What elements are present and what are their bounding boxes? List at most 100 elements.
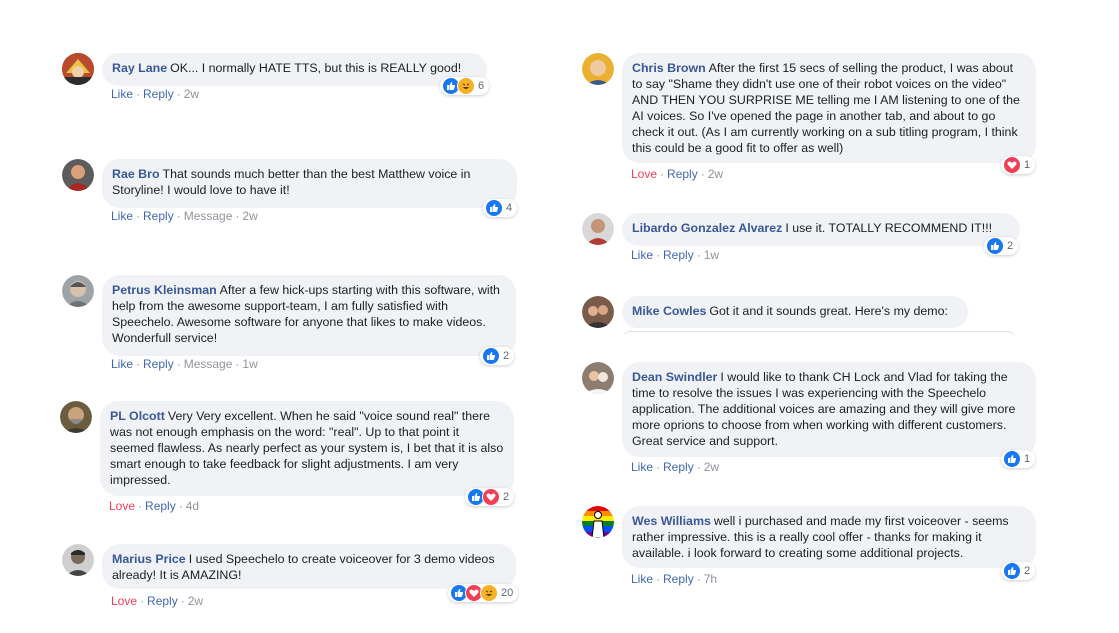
comment-timestamp[interactable]: 2w [708,167,723,181]
reply-button[interactable]: Reply [667,167,698,181]
separator-dot: · [235,209,240,223]
comment-bubble: Dean Swindler I would like to thank CH Lo… [622,362,1036,457]
separator-dot: · [700,167,705,181]
avatar[interactable] [62,53,94,85]
comment-bubble: Petrus Kleinsman After a few hick-ups sta… [102,275,516,356]
reaction-summary[interactable]: 20 [448,584,519,602]
love-button[interactable]: Love [111,594,137,608]
avatar[interactable] [582,213,614,245]
love-button[interactable]: Love [631,167,657,181]
love-icon [1003,156,1021,174]
comment-bubble: Marius Price I used Speechelo to create v… [102,544,516,589]
separator-dot: · [180,594,185,608]
like-button[interactable]: Like [631,460,653,474]
reaction-summary[interactable]: 2 [1001,562,1036,580]
comment-author[interactable]: Rae Bro [112,167,160,181]
separator-dot: · [235,357,240,371]
comment-timestamp[interactable]: 2w [188,594,203,608]
reaction-summary[interactable]: 2 [984,237,1019,255]
avatar[interactable] [62,159,94,191]
comment-author[interactable]: Mike Cowles [632,304,706,318]
reaction-count: 2 [503,350,510,362]
comment-bubble: Chris Brown After the first 15 secs of se… [622,53,1036,163]
reply-button[interactable]: Reply [143,87,174,101]
separator-dot: · [138,499,143,513]
comment-author[interactable]: Chris Brown [632,61,706,75]
reply-button[interactable]: Reply [143,209,174,223]
comment-text: Very Very excellent. When he said "voice… [110,409,504,487]
comment-text: Got it and it sounds great. Here's my de… [709,304,948,318]
message-button[interactable]: Message [184,357,233,371]
comment-actions: Like · Reply · 2w [631,460,719,474]
reaction-count: 4 [506,202,513,214]
comment-timestamp[interactable]: 2w [184,87,199,101]
reaction-count: 2 [1007,240,1014,252]
comment-author[interactable]: Libardo Gonzalez Alvarez [632,221,782,235]
avatar[interactable] [582,296,614,328]
avatar[interactable] [60,401,92,433]
comment-text: I use it. TOTALLY RECOMMEND IT!!! [785,221,993,235]
avatar[interactable] [62,275,94,307]
comment-timestamp[interactable]: 2w [242,209,257,223]
reaction-summary[interactable]: 4 [483,199,518,217]
comment-actions: Like · Reply · Message · 1w [111,357,258,371]
separator-dot: · [656,460,661,474]
avatar[interactable] [62,544,94,576]
avatar[interactable] [582,53,614,85]
separator-dot: · [660,167,665,181]
reply-button[interactable]: Reply [145,499,176,513]
comment-author[interactable]: Marius Price [112,552,186,566]
like-icon [1003,562,1021,580]
reply-button[interactable]: Reply [663,248,694,262]
comment-bubble: Ray Lane OK... I normally HATE TTS, but t… [102,53,487,86]
comment-bubble: Libardo Gonzalez Alvarez I use it. TOTALL… [622,213,1020,246]
love-button[interactable]: Love [109,499,135,513]
comment-timestamp[interactable]: 1w [242,357,257,371]
comment-author[interactable]: Dean Swindler [632,370,717,384]
reaction-summary[interactable]: 1 [1001,156,1036,174]
like-button[interactable]: Like [111,209,133,223]
like-icon [1003,450,1021,468]
separator-dot: · [136,87,141,101]
like-button[interactable]: Like [631,248,653,262]
comment-actions: Love · Reply · 2w [631,167,723,181]
reply-button[interactable]: Reply [663,460,694,474]
comment-author[interactable]: PL Olcott [110,409,165,423]
comment-text: After the first 15 secs of selling the p… [632,61,1020,155]
like-button[interactable]: Like [631,572,653,586]
separator-dot: · [696,248,701,262]
comment-bubble: Rae Bro That sounds much better than the … [102,159,517,208]
comment-timestamp[interactable]: 2w [704,460,719,474]
reaction-count: 1 [1024,453,1031,465]
like-button[interactable]: Like [111,357,133,371]
avatar[interactable] [582,506,614,538]
reaction-summary[interactable]: 1 [1001,450,1036,468]
reaction-count: 2 [503,491,510,503]
reaction-summary[interactable]: 2 [480,347,515,365]
comment-actions: Like · Reply · 2w [111,87,199,101]
separator-dot: · [140,594,145,608]
reply-button[interactable]: Reply [143,357,174,371]
separator-dot: · [656,248,661,262]
separator-dot: · [136,209,141,223]
separator-dot: · [176,357,181,371]
comment-timestamp[interactable]: 7h [704,572,717,586]
comment-author[interactable]: Wes Williams [632,514,711,528]
comment-actions: Love · Reply · 4d [109,499,199,513]
comment-author[interactable]: Petrus Kleinsman [112,283,217,297]
comment-text: OK... I normally HATE TTS, but this is R… [170,61,462,75]
comment-author[interactable]: Ray Lane [112,61,167,75]
reply-button[interactable]: Reply [663,572,694,586]
avatar[interactable] [582,362,614,394]
reaction-count: 20 [501,587,514,599]
comment-timestamp[interactable]: 1w [704,248,719,262]
comment-timestamp[interactable]: 4d [186,499,199,513]
reply-button[interactable]: Reply [147,594,178,608]
reaction-summary[interactable]: 6 [440,77,490,95]
reaction-count: 1 [1024,159,1031,171]
reaction-summary[interactable]: 2 [465,488,515,506]
like-button[interactable]: Like [111,87,133,101]
comment-bubble: Wes Williams well i purchased and made my… [622,506,1036,568]
message-button[interactable]: Message [184,209,233,223]
like-icon [485,199,503,217]
